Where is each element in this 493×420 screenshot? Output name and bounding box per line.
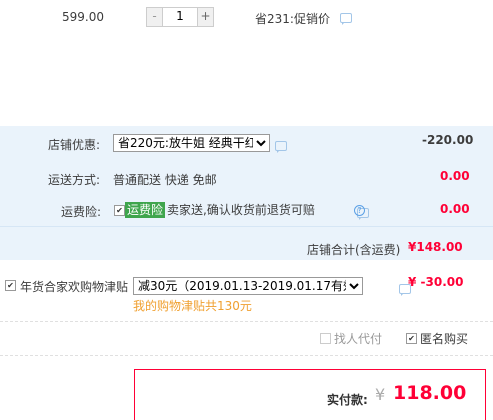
- shop-total-amount: ¥148.00: [408, 240, 463, 254]
- shop-discount-select[interactable]: 省220元:放牛姐 经典干红: [113, 134, 270, 152]
- divider: [0, 321, 493, 322]
- coupon-note: 我的购物津贴共130元: [133, 299, 252, 313]
- shop-discount-amount: -220.00: [422, 133, 474, 147]
- coupon-select[interactable]: 减30元（2019.01.13-2019.01.17有效）: [133, 277, 363, 295]
- message-icon[interactable]: [275, 141, 287, 153]
- final-label: 实付款:: [327, 393, 368, 407]
- insurance-desc: 卖家送,确认收货前退货可赔: [167, 203, 315, 217]
- proxy-pay-checkbox[interactable]: [320, 333, 331, 344]
- item-price: 599.00: [62, 10, 104, 24]
- insurance-info: 运费险 卖家送,确认收货前退货可赔: [125, 201, 315, 218]
- proxy-pay-label: 找人代付: [334, 332, 383, 346]
- insurance-checkbox[interactable]: ✔: [114, 205, 125, 216]
- anonymous-label: 匿名购买: [420, 332, 469, 346]
- shipping-value: 普通配送 快递 免邮: [113, 173, 217, 187]
- anonymous-checkbox[interactable]: ✔: [406, 333, 417, 344]
- final-amount: 118.00: [393, 382, 467, 404]
- coupon-label: 年货合家欢购物津贴: [20, 280, 129, 294]
- shop-discount-label: 店铺优惠:: [48, 138, 101, 152]
- qty-input[interactable]: [163, 8, 197, 24]
- promo-label: 省231:促销价: [255, 12, 330, 26]
- shop-total-label: 店铺合计(含运费): [307, 243, 401, 257]
- insurance-tag: 运费险: [125, 202, 166, 218]
- message-icon[interactable]: [339, 13, 352, 25]
- insurance-amount: 0.00: [440, 202, 470, 216]
- shipping-amount: 0.00: [440, 169, 470, 183]
- help-icon[interactable]: ?: [354, 205, 365, 216]
- qty-decrease-button[interactable]: -: [147, 8, 163, 26]
- coupon-checkbox[interactable]: ✔: [5, 280, 16, 291]
- promo-info: 省231:促销价: [255, 10, 352, 27]
- quantity-stepper[interactable]: - +: [146, 7, 214, 27]
- insurance-label: 运费险:: [61, 205, 102, 219]
- qty-increase-button[interactable]: +: [197, 8, 213, 26]
- divider: [0, 355, 493, 356]
- coupon-amount: ¥ -30.00: [408, 275, 464, 289]
- shipping-label: 运送方式:: [48, 173, 101, 187]
- final-currency: ¥: [375, 385, 386, 404]
